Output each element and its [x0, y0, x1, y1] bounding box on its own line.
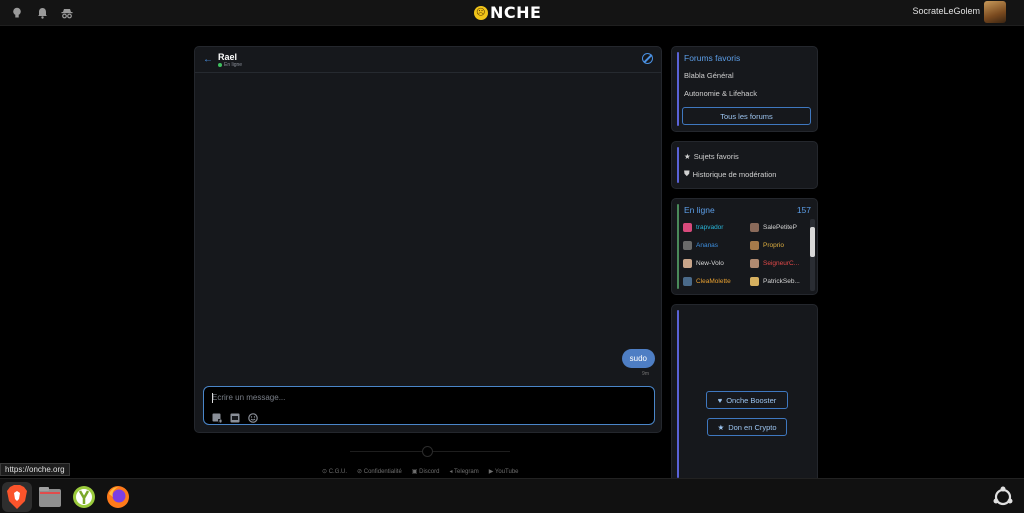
footer-link-label: Discord — [419, 469, 440, 475]
online-user-name: Ananas — [696, 242, 719, 249]
image-upload-icon[interactable] — [212, 410, 222, 423]
footer-link-label: Telegram — [454, 469, 479, 475]
top-bar: ☹ NCHE SocrateLeGolem — [0, 0, 1024, 26]
contact-status: En ligne — [218, 62, 242, 68]
crypto-donation-button[interactable]: ★ Don en Crypto — [707, 418, 787, 436]
panel-accent-bar — [677, 147, 679, 183]
online-count: 157 — [796, 205, 811, 215]
files-icon[interactable] — [35, 482, 65, 512]
taskbar — [0, 478, 1024, 513]
footer-links: ⊙ C.G.U. ⊘ Confidentialité ▣ Discord ◂ T… — [322, 468, 519, 475]
footer-link-youtube[interactable]: ▶ YouTube — [489, 468, 519, 475]
online-user[interactable]: trapvador — [683, 223, 723, 232]
emoji-icon[interactable] — [248, 410, 258, 423]
online-user[interactable]: PatrickSeb... — [750, 277, 800, 286]
onche-booster-label: Onche Booster — [726, 395, 777, 405]
logo-text: NCHE — [490, 3, 542, 22]
favorite-forum-item[interactable]: Blabla Général — [684, 71, 734, 80]
footer-link-cgu[interactable]: ⊙ C.G.U. — [322, 468, 347, 475]
gif-icon[interactable] — [230, 410, 240, 423]
panel-accent-bar — [677, 52, 679, 126]
online-title: En ligne — [684, 205, 715, 215]
favorite-topics-label: Sujets favoris — [693, 152, 739, 161]
back-arrow-icon[interactable]: ← — [203, 54, 213, 65]
quick-links-panel: ★ Sujets favoris ⛊ Historique de modérat… — [671, 141, 818, 189]
online-user-name: CleaMolette — [696, 278, 731, 285]
footer-link-label: Confidentialité — [363, 469, 402, 475]
chat-header: ← Rael En ligne — [195, 47, 661, 73]
username[interactable]: SocrateLeGolem — [912, 6, 980, 16]
scrollbar-thumb[interactable] — [810, 227, 815, 257]
onche-booster-button[interactable]: ♥ Onche Booster — [706, 391, 788, 409]
message-bubble: sudo — [621, 349, 655, 368]
bell-icon[interactable] — [33, 4, 51, 22]
online-user[interactable]: SeigneurC... — [750, 259, 799, 268]
footer-link-label: YouTube — [494, 469, 519, 475]
online-user-name: trapvador — [696, 224, 724, 231]
status-url: https://onche.org — [0, 463, 70, 476]
favorite-forums-title: Forums favoris — [684, 53, 741, 63]
moderation-history-label: Historique de modération — [692, 169, 777, 179]
text-caret — [212, 393, 213, 403]
brave-browser-icon[interactable] — [2, 482, 32, 512]
footer-logo-icon — [422, 446, 433, 457]
online-user-name: SeigneurC... — [763, 260, 800, 267]
footer-link-privacy[interactable]: ⊘ Confidentialité — [357, 468, 402, 475]
favorite-forums-panel: Forums favoris Blabla Général Autonomie … — [671, 46, 818, 132]
footer-link-discord[interactable]: ▣ Discord — [412, 468, 440, 475]
firefox-icon[interactable] — [103, 482, 133, 512]
logo-face-icon: ☹ — [474, 5, 488, 20]
user-avatar-icon — [683, 223, 692, 232]
message-time: 9m — [642, 371, 649, 377]
user-avatar-icon — [750, 241, 759, 250]
online-users-panel: En ligne 157 trapvador SalePetiteP Ananas P… — [671, 198, 818, 295]
star-icon: ★ — [684, 152, 691, 161]
message-input[interactable]: Ecrire un message... — [212, 393, 285, 402]
online-user[interactable]: Proprio — [750, 241, 784, 250]
user-avatar-icon — [750, 277, 759, 286]
all-forums-button[interactable]: Tous les forums — [682, 107, 811, 125]
footer-link-telegram[interactable]: ◂ Telegram — [449, 468, 478, 475]
chat-panel: ← Rael En ligne sudo 9m Ecrire un messag… — [194, 46, 662, 433]
favorite-forum-item[interactable]: Autonomie & Lifehack — [684, 89, 757, 98]
online-scrollbar[interactable] — [810, 219, 815, 291]
online-user-name: Proprio — [763, 242, 784, 249]
user-avatar[interactable] — [984, 1, 1006, 23]
panel-accent-bar — [677, 204, 679, 289]
lightbulb-icon[interactable] — [8, 4, 26, 22]
composer-tools — [212, 410, 258, 423]
footer-link-label: C.G.U. — [328, 469, 348, 475]
online-user[interactable]: Ananas — [683, 241, 718, 250]
contact-name[interactable]: Rael — [218, 52, 237, 62]
yubikey-app-icon[interactable] — [69, 482, 99, 512]
favorite-topics-link[interactable]: ★ Sujets favoris — [684, 152, 739, 161]
block-icon[interactable] — [642, 53, 653, 64]
online-user-name: PatrickSeb... — [763, 278, 800, 285]
panel-accent-bar — [677, 310, 679, 478]
online-user[interactable]: New-Volo — [683, 259, 724, 268]
shield-icon: ⛊ — [684, 169, 690, 178]
contact-status-text: En ligne — [224, 62, 243, 68]
user-avatar-icon — [683, 259, 692, 268]
online-user[interactable]: CleaMolette — [683, 277, 731, 286]
message-composer[interactable]: Ecrire un message... — [203, 386, 655, 425]
crypto-donation-label: Don en Crypto — [728, 422, 777, 432]
online-user-name: New-Volo — [696, 260, 724, 267]
online-user[interactable]: SalePetiteP — [750, 223, 797, 232]
support-panel: ♥ Onche Booster ★ Don en Crypto — [671, 304, 818, 484]
moderation-history-link[interactable]: ⛊ Historique de modération — [684, 169, 776, 179]
user-avatar-icon — [683, 241, 692, 250]
star-icon: ★ — [717, 422, 725, 432]
system-menu-icon[interactable] — [988, 482, 1018, 512]
incognito-icon[interactable] — [58, 4, 76, 22]
user-avatar-icon — [750, 259, 759, 268]
user-avatar-icon — [683, 277, 692, 286]
heart-icon: ♥ — [717, 395, 723, 405]
online-dot-icon — [218, 63, 222, 67]
user-avatar-icon — [750, 223, 759, 232]
online-user-name: SalePetiteP — [763, 224, 797, 231]
site-logo[interactable]: ☹ NCHE — [474, 3, 541, 22]
